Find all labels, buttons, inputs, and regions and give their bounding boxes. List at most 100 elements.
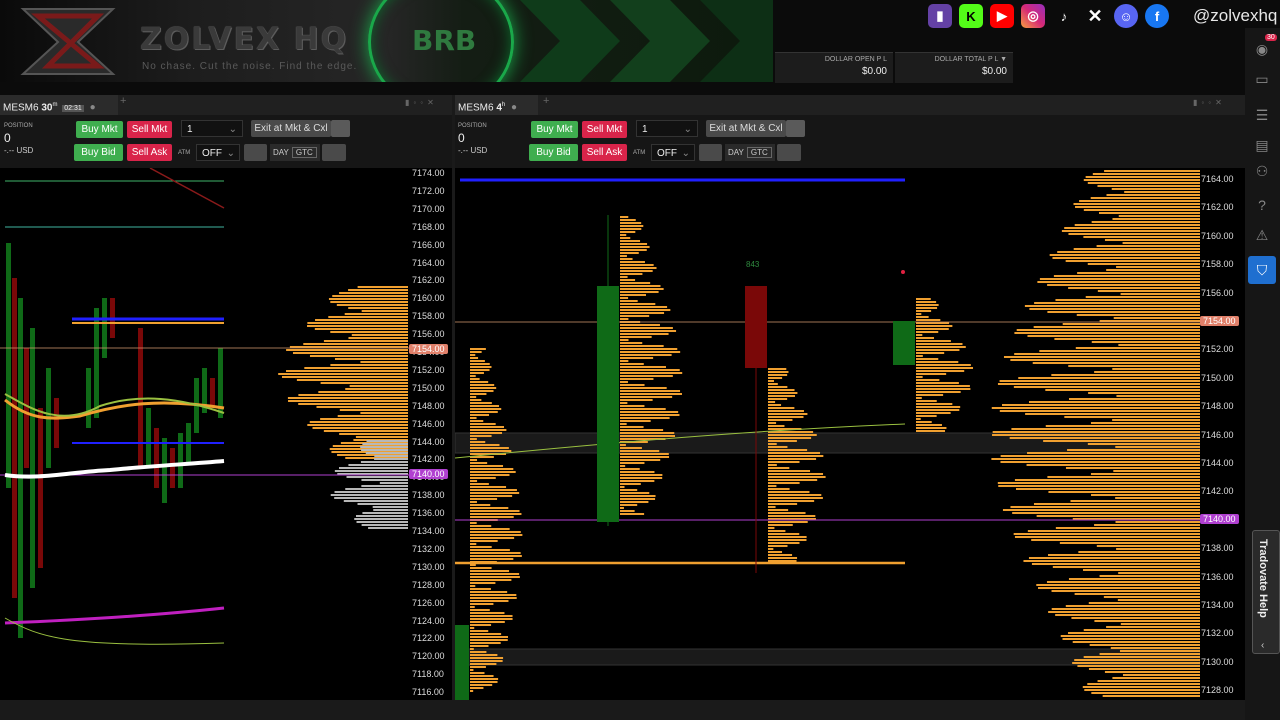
profile-bar bbox=[470, 651, 487, 653]
profile-bar bbox=[768, 383, 778, 385]
profile-bar bbox=[312, 427, 408, 429]
x-icon[interactable]: ✕ bbox=[1083, 4, 1107, 28]
chat-icon[interactable]: ▭ bbox=[1253, 70, 1271, 88]
add-tab-icon[interactable]: + bbox=[543, 95, 549, 107]
tif-toggle[interactable]: DAY GTC bbox=[270, 144, 320, 161]
total-pl-value: $0.00 bbox=[981, 66, 1007, 77]
atm-edit-button[interactable] bbox=[699, 144, 722, 161]
buy-bid-button[interactable]: Buy Bid bbox=[529, 144, 578, 161]
profile-bar bbox=[916, 298, 931, 300]
profile-bar bbox=[916, 349, 960, 351]
profile-bar bbox=[620, 456, 670, 458]
profile-bar bbox=[1118, 572, 1200, 574]
tiktok-icon[interactable]: ♪ bbox=[1052, 4, 1076, 28]
exit-cancel-button[interactable]: Exit at Mkt & Cxl bbox=[706, 120, 786, 137]
profile-bar bbox=[470, 540, 498, 542]
profile-bar bbox=[1046, 581, 1200, 583]
profile-bar bbox=[1014, 536, 1200, 538]
add-tab-icon[interactable]: + bbox=[120, 95, 126, 107]
exit-cancel-button[interactable]: Exit at Mkt & Cxl bbox=[251, 120, 331, 137]
profile-bar bbox=[470, 555, 522, 557]
buy-mkt-button[interactable]: Buy Mkt bbox=[76, 121, 123, 138]
price-tick-label: 7132.00 bbox=[412, 543, 445, 554]
discord-icon[interactable]: ☺ bbox=[1114, 4, 1138, 28]
sell-mkt-button[interactable]: Sell Mkt bbox=[127, 121, 172, 138]
profile-bar bbox=[339, 409, 408, 411]
alerts-icon[interactable]: ⚠ bbox=[1253, 226, 1271, 244]
twitch-icon[interactable]: ▮ bbox=[928, 4, 952, 28]
tif-extra-button[interactable] bbox=[777, 144, 801, 161]
profile-bar bbox=[470, 507, 509, 509]
community-icon[interactable]: ⚇ bbox=[1253, 162, 1271, 180]
profile-bar bbox=[620, 450, 660, 452]
notifications-icon[interactable]: ◉ bbox=[1253, 40, 1271, 58]
tif-extra-button[interactable] bbox=[322, 144, 346, 161]
kick-icon[interactable]: K bbox=[959, 4, 983, 28]
profile-bar bbox=[768, 536, 807, 538]
price-tick-label: 7146.00 bbox=[1201, 429, 1234, 440]
exit-options-button[interactable] bbox=[331, 120, 350, 137]
doc-icon[interactable]: ▤ bbox=[1253, 136, 1271, 154]
right-chart-canvas[interactable]: 843 bbox=[455, 168, 1245, 700]
atm-edit-button[interactable] bbox=[244, 144, 267, 161]
quantity-select[interactable]: 1 ⌄ bbox=[636, 120, 698, 137]
buy-mkt-button[interactable]: Buy Mkt bbox=[531, 121, 578, 138]
tif-day[interactable]: DAY bbox=[270, 148, 292, 157]
tif-gtc[interactable]: GTC bbox=[746, 147, 772, 158]
profile-bar bbox=[470, 414, 490, 416]
help-icon[interactable]: ? bbox=[1253, 196, 1271, 214]
atm-select[interactable]: OFF ⌄ bbox=[651, 144, 695, 161]
profile-bar bbox=[1112, 368, 1200, 370]
window-controls-icon[interactable]: ▮◦◦✕ bbox=[405, 98, 438, 107]
profile-bar bbox=[354, 518, 408, 520]
exit-options-button[interactable] bbox=[786, 120, 805, 137]
profile-bar bbox=[620, 372, 683, 374]
profile-bar bbox=[768, 515, 816, 517]
candle bbox=[455, 625, 469, 700]
left-chart[interactable]: 7174.00 7172.00 7170.00 7168.00 7166.00 7164.… bbox=[0, 168, 452, 700]
profile-bar bbox=[330, 364, 408, 366]
facebook-icon[interactable]: f bbox=[1145, 4, 1169, 28]
profile-bar bbox=[1085, 176, 1200, 178]
total-pl[interactable]: DOLLAR TOTAL P L ▼ $0.00 bbox=[895, 52, 1013, 83]
instagram-icon[interactable]: ◎ bbox=[1021, 4, 1045, 28]
profile-bar bbox=[620, 405, 645, 407]
help-tab[interactable]: Tradovate Help ‹ bbox=[1252, 530, 1280, 654]
profile-bar bbox=[470, 444, 500, 446]
profile-bar bbox=[470, 636, 508, 638]
tif-gtc[interactable]: GTC bbox=[291, 147, 317, 158]
profile-bar bbox=[470, 558, 514, 560]
quantity-select[interactable]: 1 ⌄ bbox=[181, 120, 243, 137]
youtube-icon[interactable]: ▶ bbox=[990, 4, 1014, 28]
atm-select[interactable]: OFF ⌄ bbox=[196, 144, 240, 161]
profile-bar bbox=[1122, 674, 1200, 676]
right-chart[interactable]: 843 7164.00 7162.00 7160.00 7158.00 7156.00 7… bbox=[455, 168, 1245, 700]
sell-ask-button[interactable]: Sell Ask bbox=[582, 144, 627, 161]
profile-bar bbox=[916, 337, 935, 339]
profile-bar bbox=[1094, 371, 1200, 373]
profile-bar bbox=[768, 413, 808, 415]
profile-bar bbox=[1087, 263, 1200, 265]
tab-right-chart[interactable]: MESM6 4h ● bbox=[455, 95, 538, 115]
sell-mkt-button[interactable]: Sell Mkt bbox=[582, 121, 627, 138]
tab-left-chart[interactable]: MESM6 30m 02:31 ● bbox=[0, 95, 118, 115]
profile-bar bbox=[1025, 413, 1200, 415]
news-icon[interactable]: ☰ bbox=[1253, 106, 1271, 124]
shield-icon[interactable]: ⛉ bbox=[1248, 256, 1276, 284]
buy-bid-button[interactable]: Buy Bid bbox=[74, 144, 123, 161]
profile-bar bbox=[1027, 335, 1200, 337]
profile-bar bbox=[1032, 362, 1200, 364]
profile-bar bbox=[620, 429, 664, 431]
profile-bar bbox=[346, 476, 408, 478]
position-label: POSITION bbox=[458, 123, 487, 129]
profile-bar bbox=[470, 405, 500, 407]
window-controls-icon[interactable]: ▮◦◦✕ bbox=[1193, 98, 1226, 107]
left-chart-canvas[interactable] bbox=[0, 168, 452, 700]
sell-ask-button[interactable]: Sell Ask bbox=[127, 144, 172, 161]
profile-bar bbox=[620, 504, 638, 506]
profile-bar bbox=[470, 687, 484, 689]
tif-day[interactable]: DAY bbox=[725, 148, 747, 157]
profile-bar bbox=[470, 420, 484, 422]
profile-bar bbox=[768, 521, 808, 523]
tif-toggle[interactable]: DAY GTC bbox=[725, 144, 775, 161]
